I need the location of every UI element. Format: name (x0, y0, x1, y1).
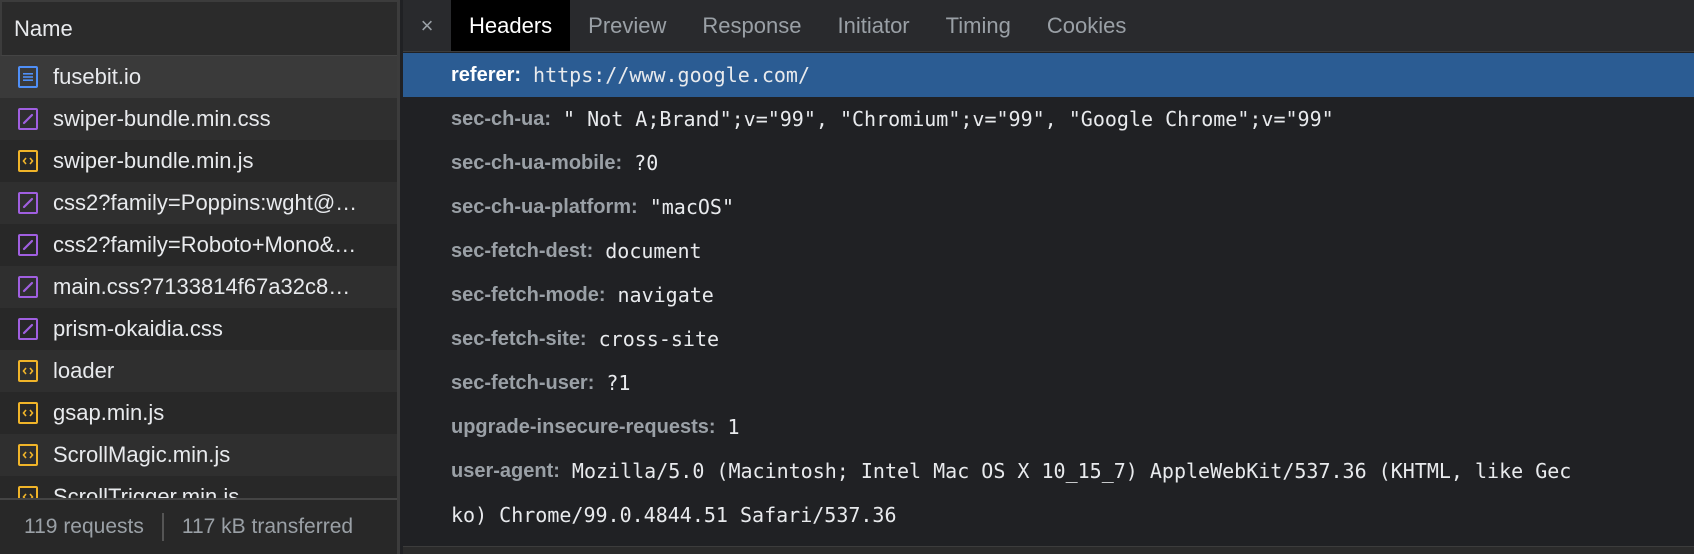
close-icon[interactable]: × (403, 0, 451, 51)
script-icon (18, 360, 38, 382)
header-row[interactable]: sec-fetch-mode: navigate (403, 273, 1694, 317)
header-row[interactable]: sec-fetch-site: cross-site (403, 317, 1694, 361)
request-row[interactable]: gsap.min.js (0, 392, 397, 434)
header-name: sec-fetch-dest: (451, 239, 594, 262)
request-name: main.css?7133814f67a32c8… (53, 274, 351, 299)
header-value: "macOS" (649, 195, 734, 219)
status-divider (161, 513, 164, 541)
script-icon (18, 402, 38, 424)
request-list: fusebit.io swiper-bundle.min.css swiper-bu… (0, 56, 397, 498)
request-name: ScrollTrigger.min.js (53, 484, 240, 498)
request-row[interactable]: loader (0, 350, 397, 392)
details-tab-bar: × Headers Preview Response Initiator Timing C… (403, 0, 1694, 52)
request-row[interactable]: ScrollTrigger.min.js (0, 476, 397, 498)
request-name: prism-okaidia.css (53, 316, 223, 341)
header-value: cross-site (598, 327, 720, 351)
header-value: ?1 (606, 371, 631, 395)
header-value: Mozilla/5.0 (Macintosh; Intel Mac OS X 1… (571, 459, 1572, 483)
header-value: https://www.google.com/ (533, 63, 810, 87)
request-row[interactable]: swiper-bundle.min.css (0, 98, 397, 140)
header-name: sec-fetch-user: (451, 371, 595, 394)
devtools-network-panel: Name fusebit.io swiper-bundle.min.css swip… (0, 0, 1694, 554)
header-row[interactable]: user-agent: Mozilla/5.0 (Macintosh; Intel… (403, 449, 1694, 493)
tab-timing[interactable]: Timing (928, 0, 1029, 51)
request-name: css2?family=Roboto+Mono&… (53, 232, 357, 257)
header-row[interactable]: sec-ch-ua-platform: "macOS" (403, 185, 1694, 229)
request-row[interactable]: swiper-bundle.min.js (0, 140, 397, 182)
script-icon (18, 486, 38, 498)
request-name: swiper-bundle.min.js (53, 148, 254, 173)
header-value: " Not A;Brand";v="99", "Chromium";v="99"… (563, 107, 1334, 131)
request-count: 119 requests (24, 515, 144, 538)
name-column-label: Name (14, 15, 73, 41)
request-list-panel: Name fusebit.io swiper-bundle.min.css swip… (0, 0, 400, 554)
request-row[interactable]: css2?family=Roboto+Mono&… (0, 224, 397, 266)
header-value: ?0 (634, 151, 659, 175)
request-name: css2?family=Poppins:wght@… (53, 190, 358, 215)
header-row[interactable]: sec-fetch-user: ?1 (403, 361, 1694, 405)
header-name: sec-ch-ua-mobile: (451, 151, 623, 174)
header-row[interactable]: sec-fetch-dest: document (403, 229, 1694, 273)
header-value-continuation: ko) Chrome/99.0.4844.51 Safari/537.36 (451, 503, 897, 527)
name-column-header[interactable]: Name (0, 0, 397, 56)
header-value: document (605, 239, 702, 263)
script-icon (18, 444, 38, 466)
request-name: swiper-bundle.min.css (53, 106, 271, 131)
scrollbar-track[interactable] (403, 546, 1694, 554)
header-name: referer: (451, 63, 522, 86)
request-name: fusebit.io (53, 64, 142, 89)
stylesheet-icon (18, 234, 38, 256)
tab-headers[interactable]: Headers (451, 0, 571, 51)
tab-preview[interactable]: Preview (570, 0, 684, 51)
request-headers-list: referer: https://www.google.com/sec-ch-ua… (403, 53, 1694, 554)
header-name: sec-ch-ua: (451, 107, 552, 130)
request-row[interactable]: main.css?7133814f67a32c8… (0, 266, 397, 308)
header-value: navigate (617, 283, 714, 307)
header-name: upgrade-insecure-requests: (451, 415, 716, 438)
request-name: gsap.min.js (53, 400, 165, 425)
request-row[interactable]: fusebit.io (0, 56, 397, 98)
header-row[interactable]: sec-ch-ua-mobile: ?0 (403, 141, 1694, 185)
tab-response[interactable]: Response (684, 0, 819, 51)
stylesheet-icon (18, 192, 38, 214)
header-row-continuation: ko) Chrome/99.0.4844.51 Safari/537.36 (403, 493, 1694, 537)
header-name: sec-fetch-mode: (451, 283, 606, 306)
header-row[interactable]: upgrade-insecure-requests: 1 (403, 405, 1694, 449)
request-name: loader (53, 358, 115, 383)
status-bar: 119 requests 117 kB transferred (0, 498, 397, 554)
request-row[interactable]: ScrollMagic.min.js (0, 434, 397, 476)
header-name: user-agent: (451, 459, 560, 482)
document-icon (18, 66, 38, 88)
request-name: ScrollMagic.min.js (53, 442, 231, 467)
stylesheet-icon (18, 318, 38, 340)
tab-cookies[interactable]: Cookies (1029, 0, 1144, 51)
header-name: sec-ch-ua-platform: (451, 195, 638, 218)
header-row[interactable]: sec-ch-ua: " Not A;Brand";v="99", "Chromi… (403, 97, 1694, 141)
stylesheet-icon (18, 276, 38, 298)
stylesheet-icon (18, 108, 38, 130)
tab-initiator[interactable]: Initiator (819, 0, 927, 51)
header-row[interactable]: referer: https://www.google.com/ (403, 53, 1694, 97)
header-name: sec-fetch-site: (451, 327, 587, 350)
request-row[interactable]: css2?family=Poppins:wght@… (0, 182, 397, 224)
request-details-panel: × Headers Preview Response Initiator Timing C… (403, 0, 1694, 554)
header-value: 1 (727, 415, 740, 439)
script-icon (18, 150, 38, 172)
request-row[interactable]: prism-okaidia.css (0, 308, 397, 350)
transferred-size: 117 kB transferred (181, 515, 354, 538)
